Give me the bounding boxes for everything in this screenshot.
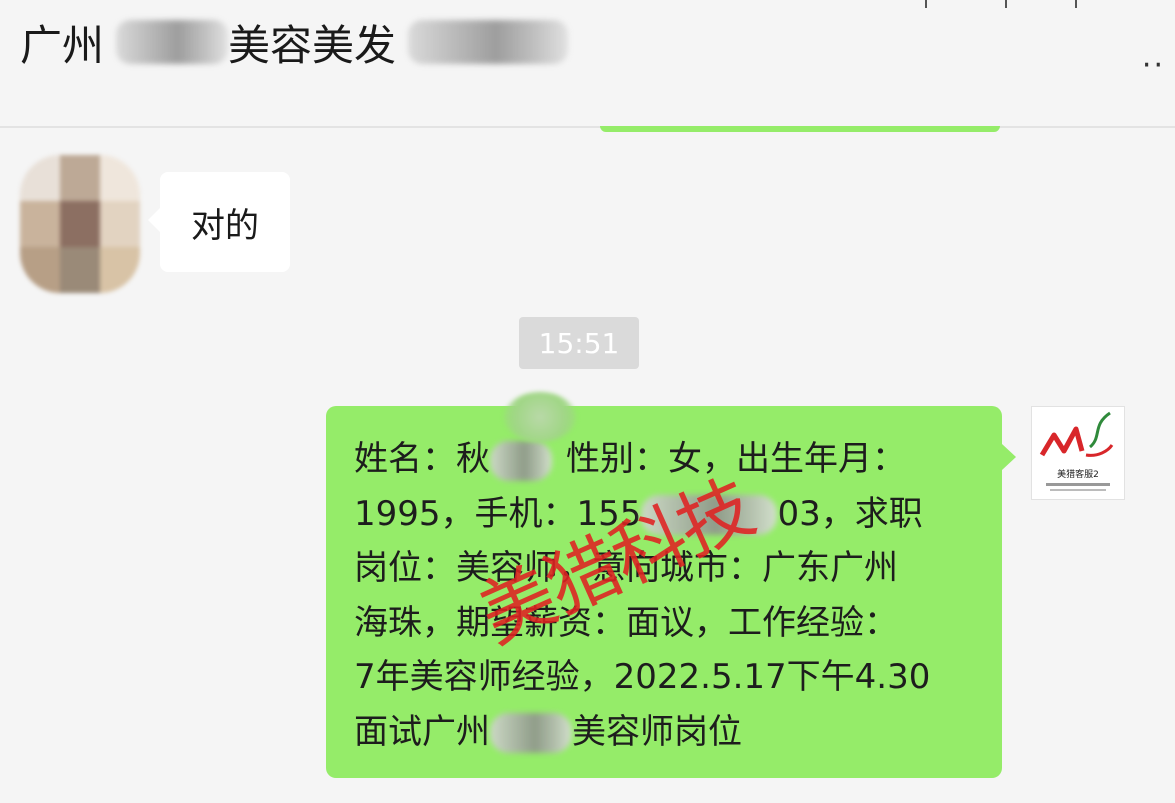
logo-caption: 美猎客服2: [1057, 468, 1099, 480]
chat-title-middle: 美容美发: [228, 20, 397, 70]
redacted-name: [408, 20, 569, 64]
chat-title: 广州 美容美发: [20, 12, 569, 72]
redaction-spot: [504, 392, 576, 442]
redacted-text: [490, 440, 552, 481]
contact-avatar[interactable]: [20, 155, 140, 293]
message-line: 海珠，期望薪资：面议，工作经验：: [354, 602, 898, 643]
meilie-logo-icon: 美猎客服2: [1039, 411, 1114, 491]
message-line: 7年美容师经验，2022.5.17下午4.30: [354, 657, 931, 697]
message-timestamp: 15:51: [519, 317, 639, 369]
user-avatar[interactable]: 美猎客服2: [1031, 406, 1125, 500]
ellipsis-icon[interactable]: ··: [1142, 48, 1165, 83]
window-controls: [925, 0, 1085, 10]
chat-header: 广州 美容美发 ··: [0, 0, 1175, 128]
message-line: 面试广州 美容师岗位: [354, 711, 742, 753]
redacted-text: [490, 713, 572, 753]
incoming-message-text: 对的: [191, 205, 259, 246]
incoming-message[interactable]: 对的: [148, 172, 290, 272]
redacted-name: [116, 20, 229, 64]
previous-message-bubble: [600, 126, 1000, 132]
chat-title-prefix: 广州: [20, 20, 105, 70]
